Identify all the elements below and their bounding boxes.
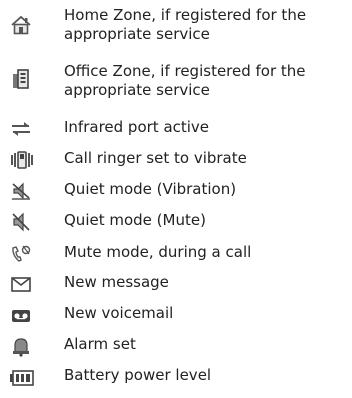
home-zone-icon — [8, 14, 34, 36]
vibrate-ringer-icon — [8, 149, 34, 171]
legend-item-label: Quiet mode (Mute) — [64, 211, 206, 229]
legend-item-label: Home Zone, if registered for the appropr… — [64, 6, 307, 43]
legend-item-label: New message — [64, 273, 169, 291]
quiet-vibration-icon — [8, 180, 34, 202]
mute-call-icon — [8, 243, 34, 265]
legend-item-label: Quiet mode (Vibration) — [64, 180, 237, 198]
infrared-port-icon — [8, 118, 34, 140]
legend-item-label: Battery power level — [64, 366, 212, 384]
new-voicemail-icon — [8, 304, 34, 326]
quiet-mute-icon — [8, 211, 34, 233]
legend-item-label: Mute mode, during a call — [64, 243, 252, 261]
new-message-icon — [8, 273, 34, 295]
legend-item-label: Infrared port active — [64, 118, 210, 136]
battery-icon — [8, 368, 34, 390]
office-zone-icon — [8, 68, 34, 90]
legend-item-label: Call ringer set to vibrate — [64, 149, 247, 167]
legend-item-label: Alarm set — [64, 335, 136, 353]
legend-item-label: New voicemail — [64, 304, 174, 322]
alarm-icon — [8, 335, 34, 357]
legend-item-label: Office Zone, if registered for the appro… — [64, 62, 306, 99]
